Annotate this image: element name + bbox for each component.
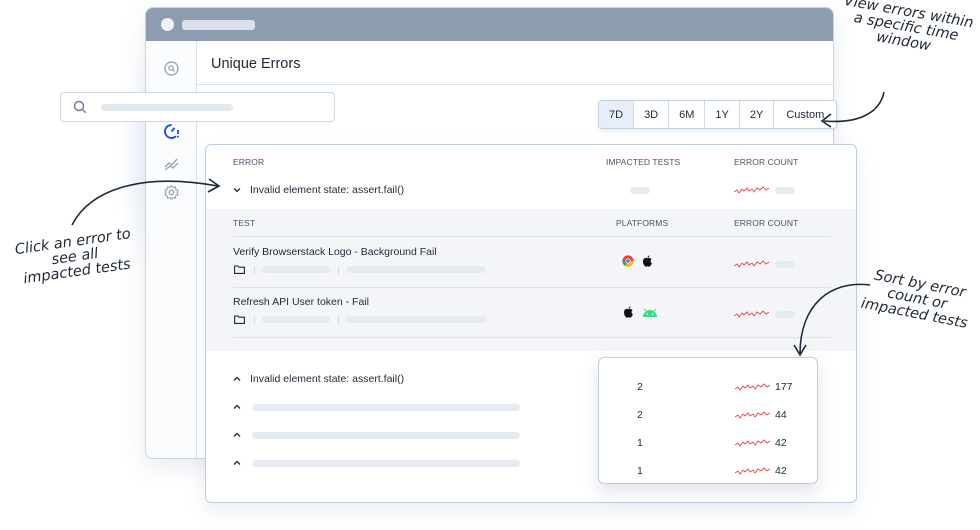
divider	[233, 287, 831, 288]
popup-row[interactable]: 1 42	[599, 429, 817, 457]
chevron-up-icon[interactable]	[233, 403, 241, 411]
search-icon	[73, 100, 87, 114]
annotation-sort: Sort by error count or impacted tests	[859, 267, 969, 332]
search-placeholder-bar	[101, 104, 233, 111]
error-count-value: 42	[775, 465, 787, 477]
column-header-impacted-tests[interactable]: IMPACTED TESTS	[606, 157, 680, 167]
folder-icon	[234, 315, 245, 324]
meta-placeholder	[262, 316, 330, 323]
page-title: Unique Errors	[211, 56, 301, 72]
annotation-time-window: View errors within a specific time windo…	[842, 0, 975, 55]
apple-icon	[642, 255, 652, 267]
android-icon	[643, 308, 657, 317]
error-row-expanded[interactable]: Invalid element state: assert.fail()	[233, 184, 404, 196]
trends-icon[interactable]	[163, 155, 180, 172]
separator	[254, 316, 255, 324]
column-header-error-count[interactable]: ERROR COUNT	[734, 157, 798, 167]
title-bar	[146, 8, 833, 41]
impacted-tests-section: TEST PLATFORMS ERROR COUNT Verify Browse…	[206, 209, 856, 351]
sort-results-popup: 2 177 2 44 1 42 1 42	[598, 357, 818, 484]
popup-row[interactable]: 2 177	[599, 373, 817, 401]
column-header-platforms: PLATFORMS	[616, 218, 669, 228]
column-header-test: TEST	[233, 218, 256, 228]
content-header: Unique Errors	[197, 41, 833, 85]
error-label: Invalid element state: assert.fail()	[250, 184, 405, 196]
meta-placeholder	[346, 316, 486, 323]
error-count-placeholder	[775, 311, 795, 318]
error-count-value: 44	[775, 409, 787, 421]
separator	[338, 316, 339, 324]
chrome-icon	[622, 255, 634, 267]
popup-row[interactable]: 1 42	[599, 457, 817, 485]
error-label: Invalid element state: assert.fail()	[250, 373, 405, 385]
chevron-down-icon	[233, 188, 241, 193]
error-count-sparkline	[735, 411, 771, 419]
test-name[interactable]: Refresh API User token - Fail	[233, 296, 369, 308]
meta-placeholder	[262, 266, 330, 273]
chevron-up-icon[interactable]	[233, 459, 241, 467]
popup-row[interactable]: 2 44	[599, 401, 817, 429]
window-title-placeholder	[182, 20, 255, 30]
folder-icon	[234, 265, 245, 274]
range-7d-button[interactable]: 7D	[599, 101, 635, 128]
separator	[254, 266, 255, 274]
chevron-up-icon	[233, 376, 241, 381]
impacted-tests-value: 1	[637, 465, 643, 477]
error-count-sparkline	[734, 310, 770, 318]
impacted-tests-value: 1	[637, 437, 643, 449]
unique-errors-icon[interactable]	[163, 123, 180, 140]
divider	[233, 337, 831, 338]
test-name[interactable]: Verify Browserstack Logo - Background Fa…	[233, 246, 437, 258]
range-6m-button[interactable]: 6M	[669, 101, 706, 128]
range-2y-button[interactable]: 2Y	[739, 101, 775, 128]
error-count-sparkline	[735, 439, 771, 447]
column-header-error-count-sub: ERROR COUNT	[734, 218, 799, 228]
column-header-error[interactable]: ERROR	[233, 157, 264, 167]
separator	[338, 266, 339, 274]
settings-icon[interactable]	[163, 184, 180, 201]
impacted-tests-placeholder	[630, 187, 650, 194]
error-count-placeholder	[775, 261, 795, 268]
error-count-placeholder	[775, 187, 795, 194]
error-count-value: 177	[775, 381, 793, 393]
error-count-sparkline	[735, 467, 771, 475]
error-placeholder-row[interactable]	[252, 404, 520, 411]
error-count-sparkline	[734, 260, 770, 268]
range-custom-button[interactable]: Custom	[774, 101, 837, 128]
error-count-sparkline	[734, 186, 770, 194]
search-input[interactable]	[60, 92, 335, 122]
time-range-selector: 7D 3D 6M 1Y 2Y Custom	[598, 100, 838, 129]
error-row-collapsed[interactable]: Invalid element state: assert.fail()	[233, 373, 404, 385]
range-1y-button[interactable]: 1Y	[705, 101, 740, 128]
impacted-tests-value: 2	[637, 381, 643, 393]
impacted-tests-value: 2	[637, 409, 643, 421]
error-count-sparkline	[735, 383, 771, 391]
error-count-value: 42	[775, 437, 787, 449]
chevron-up-icon[interactable]	[233, 431, 241, 439]
meta-placeholder	[346, 266, 486, 273]
error-placeholder-row[interactable]	[252, 432, 520, 439]
error-placeholder-row[interactable]	[252, 460, 520, 467]
divider	[233, 236, 831, 237]
window-control-dot[interactable]	[161, 18, 174, 31]
search-icon[interactable]	[163, 60, 180, 77]
apple-icon	[623, 306, 633, 318]
range-3d-button[interactable]: 3D	[634, 101, 670, 128]
